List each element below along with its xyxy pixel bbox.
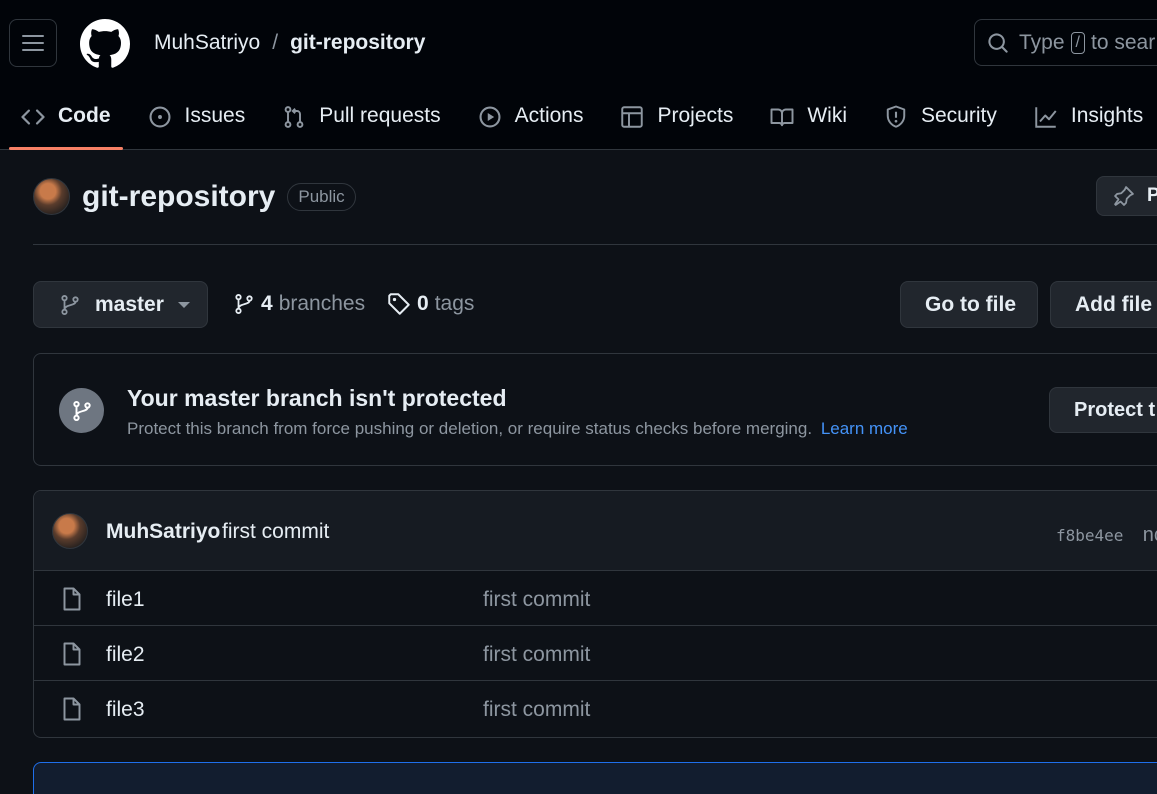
tags-link[interactable]: 0 tags xyxy=(387,292,474,316)
tab-label: Pull requests xyxy=(319,104,441,127)
tab-wiki[interactable]: Wiki xyxy=(758,92,859,150)
search-placeholder-suffix: to sear xyxy=(1090,30,1156,54)
list-item[interactable]: file1 first commit xyxy=(34,571,1157,626)
owner-avatar[interactable] xyxy=(33,178,70,215)
branches-count: 4 xyxy=(261,292,273,315)
play-icon xyxy=(479,106,501,128)
branch-icon xyxy=(61,294,79,315)
file-commit-message[interactable]: first commit xyxy=(483,698,590,722)
menu-button[interactable] xyxy=(9,19,57,67)
branch-protection-banner: Your master branch isn't protected Prote… xyxy=(33,353,1157,466)
file-icon xyxy=(63,587,81,611)
repo-link[interactable]: git-repository xyxy=(290,31,425,54)
breadcrumb: MuhSatriyo / git-repository xyxy=(154,31,425,55)
readme-prompt-box xyxy=(33,762,1157,794)
tab-label: Issues xyxy=(184,104,246,127)
tab-label: Projects xyxy=(657,104,734,127)
file-name[interactable]: file1 xyxy=(106,588,145,612)
add-file-button[interactable]: Add file xyxy=(1050,281,1157,328)
tab-label: Insights xyxy=(1070,104,1144,127)
pull-request-icon xyxy=(284,106,304,128)
search-input[interactable]: Type / to sear xyxy=(974,19,1157,66)
tab-label: Actions xyxy=(514,104,584,127)
book-icon xyxy=(770,108,794,127)
protection-description: Protect this branch from force pushing o… xyxy=(127,419,908,439)
search-icon xyxy=(988,32,1008,53)
top-header: MuhSatriyo / git-repository Type / to sear… xyxy=(0,0,1157,150)
file-browser: MuhSatriyo first commit f8be4ee nc file1… xyxy=(33,490,1157,738)
tags-count: 0 xyxy=(417,292,429,315)
file-commit-message[interactable]: first commit xyxy=(483,588,590,612)
file-icon xyxy=(63,642,81,666)
repo-heading: git-repository Public xyxy=(33,178,356,215)
file-name[interactable]: file2 xyxy=(106,643,145,667)
shield-icon xyxy=(886,105,906,128)
list-item[interactable]: file3 first commit xyxy=(34,681,1157,736)
protection-title: Your master branch isn't protected xyxy=(127,385,507,411)
avatar[interactable] xyxy=(52,513,88,549)
branch-selector[interactable]: master xyxy=(33,281,208,328)
protect-branch-button[interactable]: Protect t xyxy=(1049,387,1157,433)
tag-icon xyxy=(388,293,410,315)
chevron-down-icon xyxy=(177,301,190,308)
branches-link[interactable]: 4 branches xyxy=(233,292,365,316)
tab-security[interactable]: Security xyxy=(872,92,1009,150)
file-name[interactable]: file3 xyxy=(106,698,145,722)
visibility-badge: Public xyxy=(287,182,356,211)
tab-code[interactable]: Code xyxy=(9,92,123,150)
learn-more-link[interactable]: Learn more xyxy=(821,419,908,438)
tags-label: tags xyxy=(434,292,475,315)
table-icon xyxy=(621,106,644,128)
github-logo-icon[interactable] xyxy=(80,19,130,69)
commit-time: nc xyxy=(1142,524,1157,546)
pin-icon xyxy=(1114,186,1134,206)
file-commit-message[interactable]: first commit xyxy=(483,643,590,667)
branch-icon xyxy=(235,294,253,314)
tab-label: Security xyxy=(921,104,997,127)
graph-icon xyxy=(1035,107,1057,128)
repo-nav: Code Issues Pull requests Actions Projec… xyxy=(9,92,1157,150)
commit-author[interactable]: MuhSatriyo xyxy=(106,520,220,544)
tab-insights[interactable]: Insights xyxy=(1022,92,1155,150)
branch-name: master xyxy=(95,292,164,316)
repo-title[interactable]: git-repository xyxy=(82,180,275,214)
tab-pull-requests[interactable]: Pull requests xyxy=(270,92,452,150)
latest-commit-row: MuhSatriyo first commit f8be4ee nc xyxy=(34,491,1157,571)
tab-projects[interactable]: Projects xyxy=(608,92,745,150)
breadcrumb-separator: / xyxy=(272,31,279,54)
file-icon xyxy=(63,697,81,721)
tab-actions[interactable]: Actions xyxy=(466,92,596,150)
owner-link[interactable]: MuhSatriyo xyxy=(154,31,260,54)
search-placeholder-prefix: Type xyxy=(1019,30,1065,54)
branch-icon xyxy=(59,388,104,433)
tab-label: Wiki xyxy=(807,104,847,127)
hamburger-icon xyxy=(22,35,44,37)
go-to-file-button[interactable]: Go to file xyxy=(900,281,1038,328)
list-item[interactable]: file2 first commit xyxy=(34,626,1157,681)
pin-label: P xyxy=(1147,185,1157,207)
commit-sha[interactable]: f8be4ee nc xyxy=(1056,524,1157,547)
tab-issues[interactable]: Issues xyxy=(136,92,258,150)
issue-icon xyxy=(148,106,171,128)
commit-message[interactable]: first commit xyxy=(222,520,329,544)
protection-text: Protect this branch from force pushing o… xyxy=(127,419,813,438)
tab-label: Code xyxy=(58,104,111,127)
branches-label: branches xyxy=(278,292,366,315)
code-icon xyxy=(21,109,45,125)
divider xyxy=(33,244,1157,245)
search-shortcut-key: / xyxy=(1070,31,1085,54)
pin-button[interactable]: P xyxy=(1096,176,1157,216)
